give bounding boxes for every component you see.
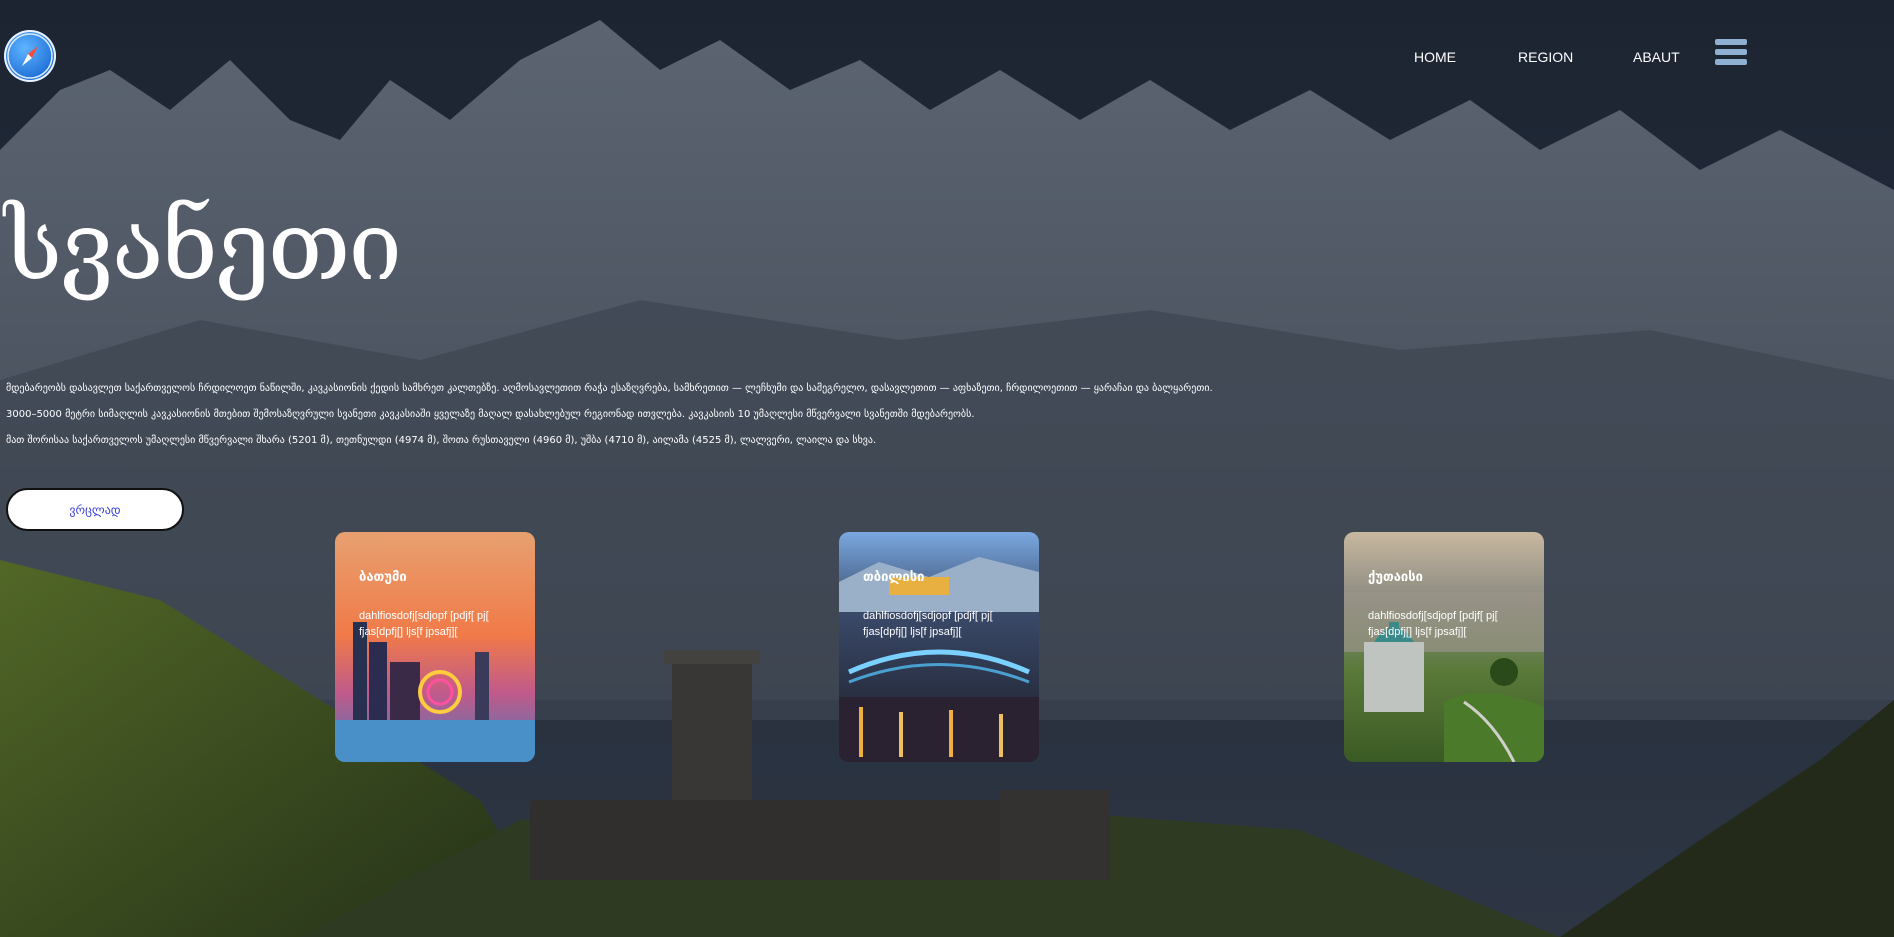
nav-home-link[interactable]: HOME xyxy=(1414,48,1456,66)
card-title: ბათუმი xyxy=(359,570,407,585)
page-title: სვანეთი xyxy=(4,190,402,302)
hamburger-menu-icon[interactable] xyxy=(1715,39,1747,75)
description-line-3: მათ შორისაა საქართველოს უმაღლესი მწვერვა… xyxy=(6,435,877,446)
hero-background xyxy=(0,0,1894,937)
nav-about-link[interactable]: ABAUT xyxy=(1633,48,1680,66)
compass-logo-icon[interactable] xyxy=(4,30,56,82)
overlay xyxy=(0,0,1894,937)
city-card-batumi[interactable]: ბათუმი dahlfiosdofj[sdjopf [pdjf[ pj[ fj… xyxy=(335,532,535,762)
card-title: ქუთაისი xyxy=(1368,570,1423,585)
card-text: dahlfiosdofj[sdjopf [pdjf[ pj[ fjas[dpfj… xyxy=(863,610,993,638)
card-text: dahlfiosdofj[sdjopf [pdjf[ pj[ fjas[dpfj… xyxy=(1368,610,1498,638)
card-title: თბილისი xyxy=(863,570,925,585)
city-card-kutaisi[interactable]: ქუთაისი dahlfiosdofj[sdjopf [pdjf[ pj[ f… xyxy=(1344,532,1544,762)
city-card-tbilisi[interactable]: თბილისი dahlfiosdofj[sdjopf [pdjf[ pj[ f… xyxy=(839,532,1039,762)
batumi-image xyxy=(335,532,535,762)
read-more-button[interactable]: ვრცლად xyxy=(6,488,184,531)
description-line-2: 3000–5000 მეტრი სიმაღლის კავკასიონის მთე… xyxy=(6,409,975,420)
description-line-1: მდებარეობს დასავლეთ საქართველოს ჩრდილოეთ… xyxy=(6,383,1213,394)
tbilisi-image xyxy=(839,532,1039,762)
card-text: dahlfiosdofj[sdjopf [pdjf[ pj[ fjas[dpfj… xyxy=(359,610,489,638)
kutaisi-image xyxy=(1344,532,1544,762)
nav-region-link[interactable]: REGION xyxy=(1518,48,1573,66)
